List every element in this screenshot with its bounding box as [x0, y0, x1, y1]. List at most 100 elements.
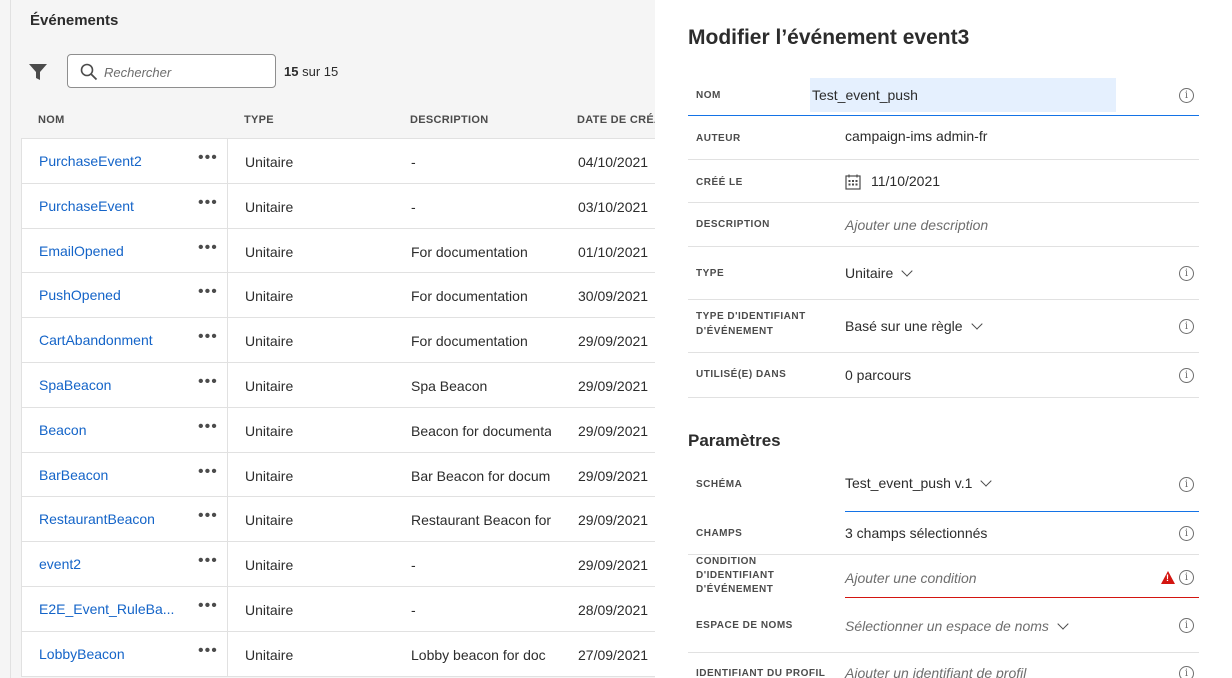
used-in-label: UTILISÉ(E) DANS — [696, 369, 787, 380]
column-header-type[interactable]: TYPE — [244, 114, 274, 126]
namespace-dropdown[interactable]: Sélectionner un espace de noms — [845, 618, 1069, 634]
condition-label-line1: CONDITION — [696, 556, 757, 567]
more-actions-icon[interactable]: ••• — [198, 283, 218, 301]
event-name-link[interactable]: E2E_Event_RuleBa... — [39, 601, 179, 617]
description-input[interactable]: Ajouter une description — [845, 217, 988, 233]
field-fields: CHAMPS 3 champs sélectionnés i — [688, 512, 1199, 555]
more-actions-icon[interactable]: ••• — [198, 194, 218, 212]
event-name-link[interactable]: event2 — [39, 556, 179, 572]
event-type: Unitaire — [245, 288, 294, 305]
nom-label: NOM — [696, 90, 721, 101]
info-icon[interactable]: i — [1179, 88, 1194, 103]
event-name-link[interactable]: CartAbandonment — [39, 332, 179, 348]
event-type: Unitaire — [245, 601, 294, 618]
table-row[interactable]: BarBeacon ••• Unitaire Bar Beacon for docum… — [21, 452, 656, 498]
event-description: Bar Beacon for docum — [411, 467, 551, 484]
field-cree-le: CRÉÉ LE 11/10/2021 — [688, 160, 1199, 203]
count-total: sur 15 — [302, 64, 339, 79]
count-shown: 15 — [284, 64, 299, 79]
table-row[interactable]: LobbyBeacon ••• Unitaire Lobby beacon for d… — [21, 631, 656, 677]
type-label: TYPE — [696, 268, 725, 279]
table-row[interactable]: PurchaseEvent2 ••• Unitaire - 04/10/2021 — [21, 139, 656, 184]
info-icon[interactable]: i — [1179, 477, 1194, 492]
column-header-description[interactable]: DESCRIPTION — [410, 114, 488, 126]
table-row[interactable]: event2 ••• Unitaire - 29/09/2021 — [21, 542, 656, 587]
condition-label-line3: D'ÉVÉNEMENT — [696, 584, 774, 595]
info-icon[interactable]: i — [1179, 570, 1194, 585]
more-actions-icon[interactable]: ••• — [198, 642, 218, 660]
info-icon[interactable]: i — [1179, 266, 1194, 281]
event-description: For documentation — [411, 333, 528, 350]
event-name-link[interactable]: EmailOpened — [39, 243, 179, 259]
event-type: Unitaire — [245, 243, 294, 260]
used-in-value[interactable]: 0 parcours — [845, 367, 911, 383]
event-name-link[interactable]: PushOpened — [39, 287, 179, 303]
event-name-link[interactable]: BarBeacon — [39, 467, 179, 483]
more-actions-icon[interactable]: ••• — [198, 328, 218, 346]
search-box[interactable] — [67, 54, 276, 88]
field-namespace: ESPACE DE NOMS Sélectionner un espace de… — [688, 598, 1199, 653]
info-icon[interactable]: i — [1179, 666, 1194, 678]
namespace-label: ESPACE DE NOMS — [696, 620, 793, 631]
field-type: TYPE Unitaire i — [688, 247, 1199, 300]
filter-icon[interactable] — [28, 62, 48, 82]
event-name-link[interactable]: PurchaseEvent — [39, 198, 179, 214]
events-panel-title: Événements — [30, 12, 119, 29]
table-row[interactable]: Beacon ••• Unitaire Beacon for documenta 29/… — [21, 407, 656, 453]
table-row[interactable]: SpaBeacon ••• Unitaire Spa Beacon 29/09/2021 — [21, 362, 656, 408]
field-description[interactable]: DESCRIPTION Ajouter une description — [688, 203, 1199, 247]
identifier-type-dropdown[interactable]: Basé sur une règle — [845, 318, 983, 334]
event-name-link[interactable]: Beacon — [39, 422, 179, 438]
fields-value[interactable]: 3 champs sélectionnés — [845, 525, 987, 541]
info-icon[interactable]: i — [1179, 618, 1194, 633]
more-actions-icon[interactable]: ••• — [198, 418, 218, 436]
condition-label-line2: D'IDENTIFIANT — [696, 570, 775, 581]
table-row[interactable]: PurchaseEvent ••• Unitaire - 03/10/2021 — [21, 183, 656, 229]
table-row[interactable]: CartAbandonment ••• Unitaire For documentat… — [21, 318, 656, 363]
event-type: Unitaire — [245, 198, 294, 215]
namespace-placeholder: Sélectionner un espace de noms — [845, 618, 1049, 634]
event-name-link[interactable]: SpaBeacon — [39, 377, 179, 393]
event-name-link[interactable]: PurchaseEvent2 — [39, 153, 179, 169]
table-row[interactable]: EmailOpened ••• Unitaire For documentation 0… — [21, 228, 656, 274]
info-icon[interactable]: i — [1179, 368, 1194, 383]
schema-dropdown[interactable]: Test_event_push v.1 — [845, 475, 993, 491]
table-row[interactable]: PushOpened ••• Unitaire For documentation 30… — [21, 273, 656, 319]
profile-id-label: IDENTIFIANT DU PROFIL — [696, 668, 826, 678]
edit-panel-title: Modifier l’événement event3 — [688, 26, 970, 49]
info-icon[interactable]: i — [1179, 319, 1194, 334]
event-date: 03/10/2021 — [578, 198, 649, 215]
condition-input[interactable]: Ajouter une condition — [845, 570, 977, 586]
field-used-in: UTILISÉ(E) DANS 0 parcours i — [688, 353, 1199, 398]
alert-icon: ! — [1161, 571, 1175, 584]
search-input[interactable] — [104, 62, 269, 82]
event-name-link[interactable]: LobbyBeacon — [39, 646, 179, 662]
auteur-label: AUTEUR — [696, 133, 741, 144]
identifier-type-label-line2: D'ÉVÉNEMENT — [696, 326, 774, 337]
column-divider — [227, 318, 228, 362]
column-divider — [227, 542, 228, 586]
nom-input[interactable] — [810, 78, 1116, 112]
event-date: 01/10/2021 — [578, 243, 649, 260]
column-header-name[interactable]: NOM — [38, 114, 65, 126]
more-actions-icon[interactable]: ••• — [198, 507, 218, 525]
more-actions-icon[interactable]: ••• — [198, 552, 218, 570]
column-divider — [227, 407, 228, 452]
events-table: PurchaseEvent2 ••• Unitaire -04/10/2021 Purc… — [21, 138, 656, 677]
table-row[interactable]: RestaurantBeacon ••• Unitaire Restaurant Be… — [21, 497, 656, 543]
event-date: 29/09/2021 — [578, 333, 649, 350]
more-actions-icon[interactable]: ••• — [198, 597, 218, 615]
event-name-link[interactable]: RestaurantBeacon — [39, 511, 179, 527]
more-actions-icon[interactable]: ••• — [198, 149, 218, 167]
parameters-title: Paramètres — [688, 431, 781, 450]
more-actions-icon[interactable]: ••• — [198, 463, 218, 481]
table-row[interactable]: E2E_Event_RuleBa... ••• Unitaire - 28/09/202… — [21, 586, 656, 632]
chevron-down-icon — [1057, 618, 1069, 630]
type-dropdown[interactable]: Unitaire — [845, 265, 913, 281]
more-actions-icon[interactable]: ••• — [198, 239, 218, 257]
info-icon[interactable]: i — [1179, 526, 1194, 541]
event-description: - — [411, 154, 416, 170]
description-label: DESCRIPTION — [696, 219, 770, 230]
more-actions-icon[interactable]: ••• — [198, 373, 218, 391]
profile-id-input[interactable]: Ajouter un identifiant de profil — [845, 665, 1026, 678]
